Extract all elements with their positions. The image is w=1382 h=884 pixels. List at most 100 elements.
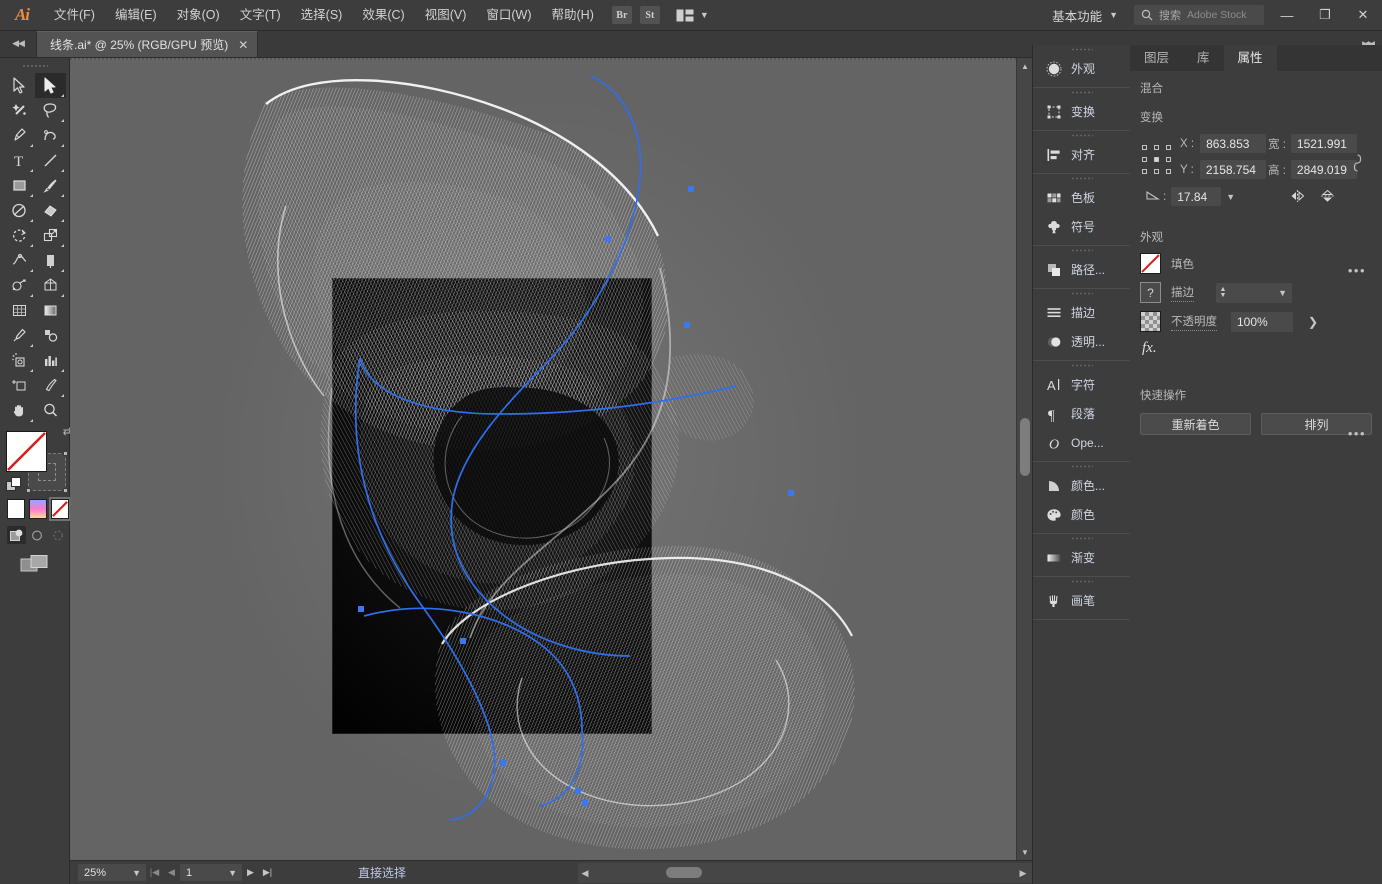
chevron-down-icon[interactable]: ▼ (228, 868, 242, 878)
menu-view[interactable]: 视图(V) (415, 0, 477, 31)
dock-item-symbols[interactable]: 符号 (1033, 212, 1130, 241)
lasso-tool[interactable] (35, 98, 66, 123)
scroll-left-arrow[interactable]: ◀ (578, 866, 592, 880)
dock-group-grip[interactable] (1033, 534, 1130, 543)
document-tab[interactable]: 线条.ai* @ 25% (RGB/GPU 预览) ✕ (36, 31, 259, 57)
dock-group-grip[interactable] (1033, 88, 1130, 97)
link-proportions-icon[interactable] (1351, 153, 1364, 178)
arrange-documents-button[interactable]: ▼ (676, 9, 709, 22)
chevron-down-icon[interactable]: ▼ (132, 868, 146, 878)
scroll-right-arrow[interactable]: ▶ (1016, 866, 1030, 880)
draw-normal-button[interactable] (7, 526, 27, 544)
direct-selection-tool[interactable] (35, 73, 66, 98)
eraser-tool[interactable] (35, 198, 66, 223)
height-input[interactable]: 2849.019 (1290, 160, 1357, 179)
rotate-tool[interactable] (4, 223, 35, 248)
menu-file[interactable]: 文件(F) (44, 0, 105, 31)
dock-group-grip[interactable] (1033, 577, 1130, 586)
chevron-down-icon[interactable]: ▼ (1226, 192, 1235, 202)
dock-item-appearance[interactable]: 外观 (1033, 54, 1130, 83)
menu-object[interactable]: 对象(O) (167, 0, 230, 31)
dock-group-grip[interactable] (1033, 289, 1130, 298)
dock-item-pathfinder[interactable]: 路径... (1033, 255, 1130, 284)
paintbrush-tool[interactable] (35, 173, 66, 198)
slice-tool[interactable] (35, 373, 66, 398)
y-input[interactable]: 2158.754 (1199, 160, 1266, 179)
menu-edit[interactable]: 编辑(E) (105, 0, 167, 31)
horizontal-scroll-thumb[interactable] (666, 867, 702, 878)
artboard-number-field[interactable]: 1 ▼ (180, 864, 242, 881)
bridge-button[interactable]: Br (611, 6, 632, 24)
color-mode-none[interactable] (49, 497, 71, 521)
dock-group-grip[interactable] (1033, 361, 1130, 370)
stock-button[interactable]: St (639, 6, 660, 24)
shaper-tool[interactable] (4, 198, 35, 223)
dock-group-grip[interactable] (1033, 174, 1130, 183)
dock-item-transparency[interactable]: 透明... (1033, 327, 1130, 356)
dock-item-stroke[interactable]: 描边 (1033, 298, 1130, 327)
tab-libraries[interactable]: 库 (1183, 45, 1224, 71)
draw-behind-button[interactable] (28, 526, 47, 544)
zoom-level-field[interactable]: 25% ▼ (78, 864, 146, 881)
fx-button[interactable]: fx. (1130, 336, 1382, 357)
menu-effect[interactable]: 效果(C) (352, 0, 414, 31)
x-input[interactable]: 863.853 (1200, 134, 1267, 153)
collapse-toolbar-button[interactable]: ◀◀ (0, 30, 36, 57)
toolbar-grip[interactable] (0, 58, 69, 73)
dock-item-transform[interactable]: 变换 (1033, 97, 1130, 126)
dock-group-grip[interactable] (1033, 246, 1130, 255)
pen-tool[interactable] (4, 123, 35, 148)
window-maximize-button[interactable]: ❐ (1306, 0, 1344, 31)
canvas-area[interactable] (70, 58, 1032, 860)
recolor-button[interactable]: 重新着色 (1140, 413, 1251, 435)
rotation-angle-input[interactable]: 17.84 (1171, 187, 1222, 206)
menu-help[interactable]: 帮助(H) (542, 0, 604, 31)
color-mode-gradient[interactable] (29, 499, 47, 519)
fill-swatch[interactable] (6, 431, 47, 472)
dock-item-gradient[interactable]: 渐变 (1033, 543, 1130, 572)
change-screen-mode-button[interactable] (0, 544, 69, 574)
scale-tool[interactable] (35, 223, 66, 248)
column-graph-tool[interactable] (35, 348, 66, 373)
vertical-scroll-thumb[interactable] (1020, 418, 1030, 476)
draw-inside-button[interactable] (50, 526, 69, 544)
magic-wand-tool[interactable] (4, 98, 35, 123)
flip-vertical-button[interactable] (1316, 186, 1338, 206)
dock-item-opentype[interactable]: O Ope... (1033, 428, 1130, 457)
dock-group-grip[interactable] (1033, 131, 1130, 140)
symbol-sprayer-tool[interactable] (4, 348, 35, 373)
free-transform-tool[interactable] (35, 248, 66, 273)
close-icon[interactable]: ✕ (238, 39, 248, 51)
opacity-swatch-icon[interactable] (1140, 311, 1161, 332)
first-artboard-button[interactable]: |◀ (146, 863, 163, 883)
chevron-down-icon[interactable]: ▼ (1278, 288, 1292, 298)
width-input[interactable]: 1521.991 (1290, 134, 1357, 153)
menu-window[interactable]: 窗口(W) (476, 0, 541, 31)
dock-item-swatches[interactable]: 色板 (1033, 183, 1130, 212)
mesh-tool[interactable] (4, 298, 35, 323)
reference-point-selector[interactable] (1142, 145, 1172, 175)
stock-search-input[interactable]: 搜索 Adobe Stock (1134, 5, 1264, 25)
workspace-switcher[interactable]: 基本功能 ▼ (1042, 4, 1128, 26)
curvature-tool[interactable] (35, 123, 66, 148)
zoom-tool[interactable] (35, 398, 66, 423)
current-tool-status[interactable]: 直接选择 (358, 864, 406, 881)
window-close-button[interactable]: ✕ (1344, 0, 1382, 31)
stroke-weight-input[interactable]: ▲ ▼ ▼ (1216, 282, 1292, 303)
artboard-tool[interactable] (4, 373, 35, 398)
type-tool[interactable]: T (4, 148, 35, 173)
last-artboard-button[interactable]: ▶| (259, 863, 276, 883)
flip-horizontal-button[interactable] (1287, 186, 1309, 206)
canvas-vertical-scrollbar[interactable]: ▲ ▼ (1016, 58, 1032, 860)
dock-group-grip[interactable] (1033, 45, 1130, 54)
scroll-up-arrow[interactable]: ▲ (1017, 58, 1033, 74)
dock-item-brushes[interactable]: 画笔 (1033, 586, 1130, 615)
rectangle-tool[interactable] (4, 173, 35, 198)
appearance-more-options-button[interactable]: ••• (1348, 426, 1366, 441)
canvas-horizontal-scrollbar[interactable]: ◀ ▶ (578, 863, 1032, 883)
default-fill-stroke-button[interactable] (6, 477, 22, 493)
eyedropper-tool[interactable] (4, 323, 35, 348)
dock-item-color[interactable]: 颜色 (1033, 500, 1130, 529)
dock-item-paragraph[interactable]: ¶ 段落 (1033, 399, 1130, 428)
width-tool[interactable] (4, 248, 35, 273)
